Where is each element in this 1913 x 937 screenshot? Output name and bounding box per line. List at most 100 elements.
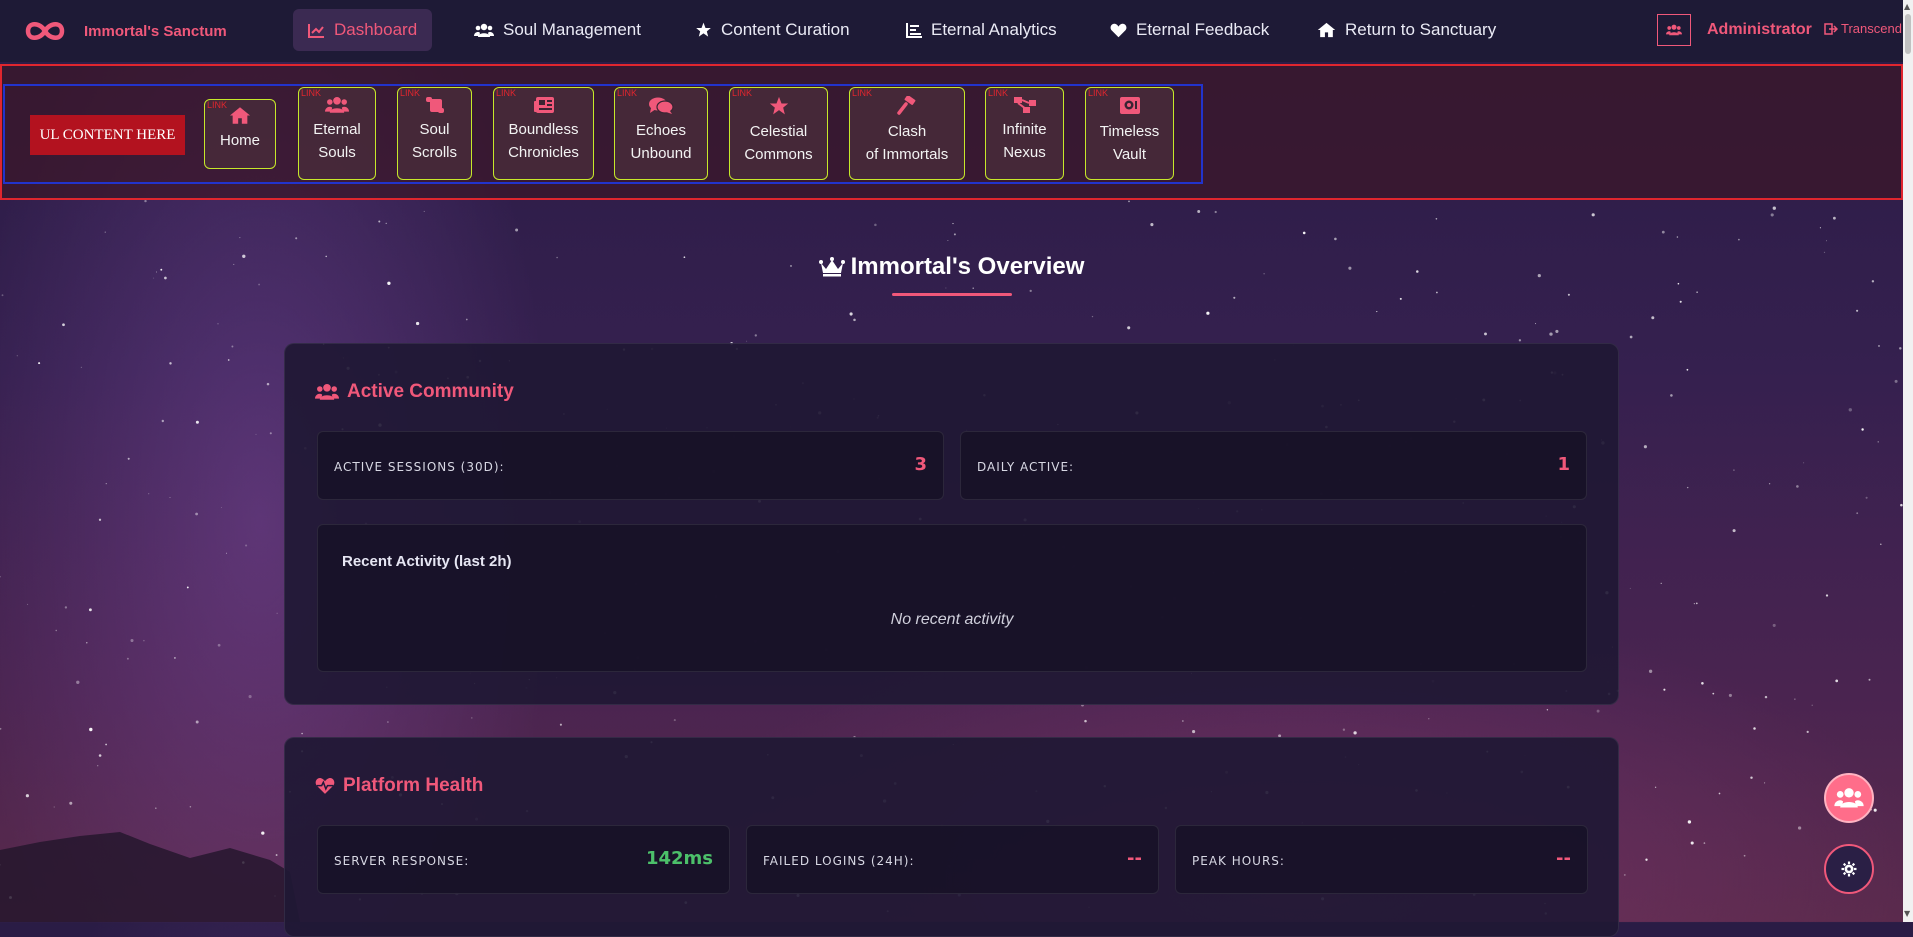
star-dot xyxy=(1150,223,1154,227)
nav-soul-management[interactable]: Soul Management xyxy=(459,9,656,51)
star-dot xyxy=(104,231,106,233)
recent-activity-empty: No recent activity xyxy=(890,611,1014,628)
star-dot xyxy=(130,638,134,643)
star-dot xyxy=(1677,282,1680,285)
star-dot xyxy=(295,237,298,240)
star-dot xyxy=(1797,826,1802,830)
star-dot xyxy=(53,806,55,808)
star-dot xyxy=(1770,213,1774,217)
nav-soul-management-label: Soul Management xyxy=(503,20,641,39)
brand-logo[interactable]: Immortal's Sanctum xyxy=(22,17,227,45)
star-dot xyxy=(1661,230,1665,234)
star-dot xyxy=(1738,238,1740,241)
link-tag: LINK xyxy=(301,88,322,98)
scroll-down-arrow-icon[interactable]: ▼ xyxy=(1904,909,1910,918)
ul-item-label: Soul Scrolls xyxy=(411,121,457,161)
star-dot xyxy=(0,864,1,866)
ul-item-soul-scrolls[interactable]: LINK Soul Scrolls xyxy=(397,87,472,180)
ul-item-label: Home xyxy=(219,132,260,149)
ul-item-boundless-chronicles[interactable]: LINK Boundless Chronicles xyxy=(493,87,594,180)
star-dot xyxy=(239,237,241,239)
star-dot xyxy=(266,382,270,386)
star-dot xyxy=(1899,347,1902,350)
star-dot xyxy=(471,717,473,719)
gavel-icon xyxy=(897,96,916,115)
star-dot xyxy=(1555,329,1559,333)
nav-return-to-sanctuary[interactable]: Return to Sanctuary xyxy=(1302,9,1511,51)
home-icon xyxy=(229,107,251,124)
page-title-text: Immortal's Overview xyxy=(850,253,1085,280)
star-dot xyxy=(1596,709,1600,713)
star-dot xyxy=(76,680,80,684)
star-dot xyxy=(1880,543,1882,545)
user-role-label[interactable]: Administrator xyxy=(1707,21,1812,39)
nav-content-curation[interactable]: Content Curation xyxy=(680,9,865,51)
ul-item-eternal-souls[interactable]: LINK Eternal Souls xyxy=(298,87,376,180)
link-tag: LINK xyxy=(400,88,421,98)
star-dot xyxy=(945,287,947,289)
stat-peak-hours: PEAK HOURS: -- xyxy=(1175,825,1588,894)
star-dot xyxy=(143,639,145,642)
ul-item-infinite-nexus[interactable]: LINK Infinite Nexus xyxy=(985,87,1064,180)
star-dot xyxy=(0,576,1,578)
nav-eternal-feedback[interactable]: Eternal Feedback xyxy=(1095,9,1284,51)
star-dot xyxy=(1764,695,1768,699)
star-dot xyxy=(947,240,949,241)
star-dot xyxy=(105,743,107,746)
star-dot xyxy=(1877,441,1879,443)
logout-button[interactable]: Transcend xyxy=(1824,21,1902,36)
star-dot xyxy=(169,497,171,498)
stat-value: -- xyxy=(1556,848,1571,869)
nav-eternal-analytics[interactable]: Eternal Analytics xyxy=(891,9,1072,51)
star-dot xyxy=(1643,445,1647,449)
star-dot xyxy=(1535,323,1537,325)
star-dot xyxy=(195,720,199,724)
chart-line-icon xyxy=(308,23,324,38)
star-dot xyxy=(1353,731,1357,735)
gear-icon xyxy=(1841,861,1857,877)
community-fab-button[interactable] xyxy=(1824,773,1874,823)
star-dot xyxy=(1546,709,1549,711)
settings-fab-button[interactable] xyxy=(1824,844,1874,894)
page-scrollbar[interactable]: ▲ ▼ xyxy=(1903,0,1913,922)
star-dot xyxy=(226,552,227,554)
star-dot xyxy=(1861,428,1864,431)
star-dot xyxy=(1648,669,1653,673)
heart-icon xyxy=(1110,23,1127,37)
ul-item-clash-of-immortals[interactable]: LINK Clash of Immortals xyxy=(849,87,965,180)
scroll-up-arrow-icon[interactable]: ▲ xyxy=(1904,2,1910,11)
nav-dashboard[interactable]: Dashboard xyxy=(293,9,433,51)
star-dot xyxy=(1803,462,1805,464)
star-dot xyxy=(220,507,222,508)
scrollbar-thumb[interactable] xyxy=(1905,14,1911,54)
heartbeat-icon xyxy=(315,777,335,794)
star-dot xyxy=(245,544,248,547)
link-tag: LINK xyxy=(988,88,1009,98)
link-tag: LINK xyxy=(617,88,638,98)
star-dot xyxy=(1549,332,1553,336)
star-dot xyxy=(1676,236,1679,238)
star-dot xyxy=(1703,842,1706,844)
stat-label: SERVER RESPONSE: xyxy=(334,854,470,868)
ul-item-home[interactable]: LINK Home xyxy=(204,99,276,169)
star-dot xyxy=(952,223,954,225)
ul-item-celestial-commons[interactable]: LINK Celestial Commons xyxy=(729,87,828,180)
star-dot xyxy=(1206,311,1210,315)
star-dot xyxy=(1833,216,1836,220)
users-icon xyxy=(474,23,494,37)
ul-item-echoes-unbound[interactable]: LINK Echoes Unbound xyxy=(614,87,708,180)
star-dot xyxy=(261,831,265,835)
star-dot xyxy=(1687,820,1692,824)
star-dot xyxy=(1629,587,1631,589)
star-dot xyxy=(1091,315,1094,318)
star-dot xyxy=(1591,213,1595,217)
admin-avatar[interactable] xyxy=(1657,14,1691,46)
star-dot xyxy=(559,723,562,726)
sign-out-icon xyxy=(1824,22,1838,35)
star-dot xyxy=(387,281,391,285)
ul-item-timeless-vault[interactable]: LINK Timeless Vault xyxy=(1085,87,1174,180)
app-title: Immortal's Sanctum xyxy=(84,22,227,40)
star-dot xyxy=(874,223,877,227)
star-dot xyxy=(673,719,676,722)
nav-eternal-analytics-label: Eternal Analytics xyxy=(931,20,1057,39)
